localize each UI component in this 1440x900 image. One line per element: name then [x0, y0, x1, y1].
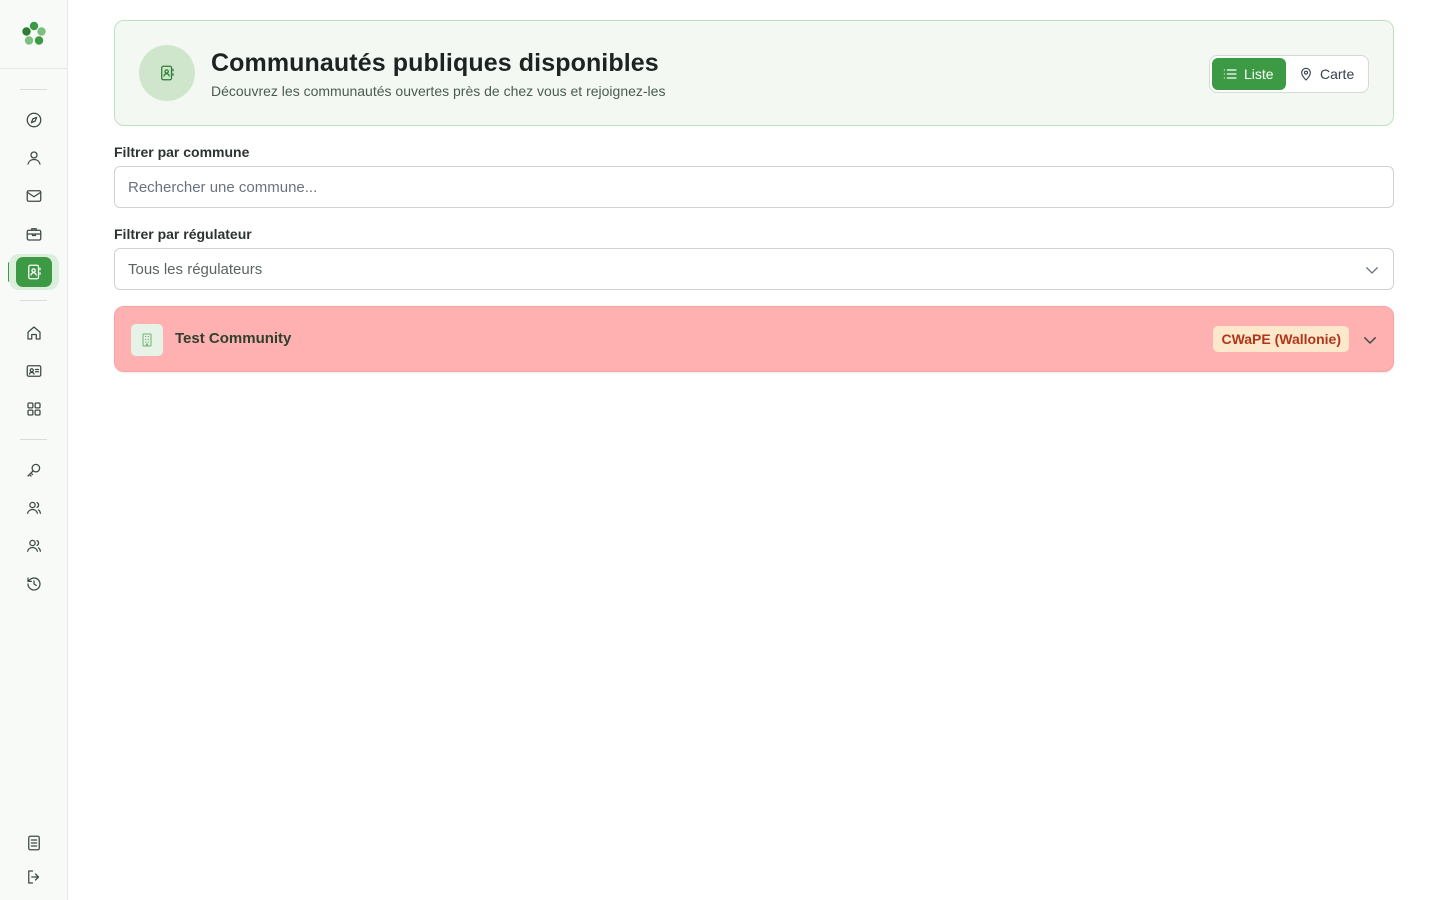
- app-logo[interactable]: [19, 19, 49, 49]
- contact-book-icon: [139, 45, 195, 101]
- regulator-filter-label: Filtrer par régulateur: [114, 226, 252, 242]
- users-icon[interactable]: [16, 492, 52, 524]
- sidebar-divider: [20, 439, 47, 440]
- sidebar-divider: [20, 300, 47, 301]
- list-view-label: Liste: [1244, 66, 1274, 82]
- list-view-button[interactable]: Liste: [1212, 58, 1286, 90]
- key-icon[interactable]: [16, 454, 52, 486]
- page-title: Communautés publiques disponibles: [211, 49, 659, 77]
- community-row[interactable]: Test Community CWaPE (Wallonie): [114, 306, 1394, 372]
- logout-icon[interactable]: [16, 861, 52, 893]
- sidebar-divider: [20, 89, 47, 90]
- history-icon[interactable]: [16, 568, 52, 600]
- communities-icon-active[interactable]: [16, 257, 52, 287]
- map-view-label: Carte: [1320, 66, 1355, 82]
- commune-search-input[interactable]: [114, 166, 1394, 208]
- regulator-select-value: Tous les régulateurs: [128, 260, 263, 278]
- sidebar: [0, 0, 68, 900]
- page-subtitle: Découvrez les communautés ouvertes près …: [211, 83, 666, 99]
- commune-filter-label: Filtrer par commune: [114, 144, 250, 160]
- mail-icon[interactable]: [16, 180, 52, 212]
- home-icon[interactable]: [16, 317, 52, 349]
- compass-icon[interactable]: [16, 104, 52, 136]
- sidebar-divider: [0, 68, 67, 69]
- communities-icon[interactable]: [9, 254, 59, 290]
- user-icon[interactable]: [16, 142, 52, 174]
- regulator-select[interactable]: Tous les régulateurs: [114, 248, 1394, 290]
- page-header: Communautés publiques disponibles Découv…: [114, 20, 1394, 126]
- map-pin-icon: [1301, 67, 1311, 81]
- building-icon: [131, 324, 163, 356]
- briefcase-icon[interactable]: [16, 218, 52, 250]
- id-card-icon[interactable]: [16, 355, 52, 387]
- chevron-down-icon[interactable]: [1361, 331, 1379, 349]
- chevron-down-icon: [1363, 261, 1381, 279]
- community-name: Test Community: [175, 330, 292, 347]
- regulator-badge: CWaPE (Wallonie): [1213, 326, 1349, 352]
- document-icon[interactable]: [16, 827, 52, 859]
- users-alt-icon[interactable]: [16, 530, 52, 562]
- grid-icon[interactable]: [16, 393, 52, 425]
- view-toggle: Liste Carte: [1209, 55, 1369, 93]
- list-icon: [1223, 69, 1237, 79]
- map-view-button[interactable]: Carte: [1288, 58, 1364, 90]
